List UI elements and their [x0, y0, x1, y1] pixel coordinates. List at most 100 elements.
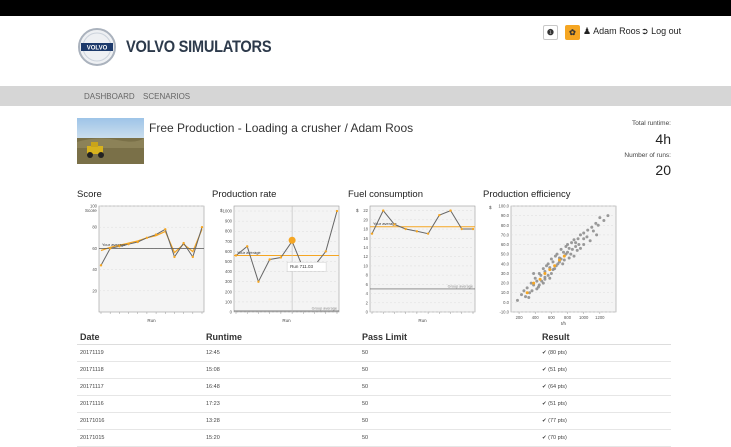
number-of-runs-label: Number of runs: [624, 152, 671, 159]
tooltip-text: Run 711.03 [290, 264, 313, 269]
scatter-point [588, 239, 592, 243]
data-point [438, 214, 441, 217]
data-point [426, 232, 430, 235]
scatter-point-highlight [548, 268, 552, 272]
cell-result: ✔ (51 pts) [539, 361, 671, 379]
y-tick-label: 20 [363, 217, 368, 222]
scatter-point [549, 257, 553, 261]
fuel-consumption-chart[interactable]: 2220181614121086420Your averageGroup ave… [348, 200, 478, 328]
total-runtime-label: Total runtime: [631, 120, 671, 127]
cell-date: 20171119 [77, 344, 203, 362]
score-chart-title: Score [77, 189, 102, 200]
cell-runtime: 13:28 [203, 412, 359, 430]
x-tick-label: 1200 [595, 315, 605, 320]
table-row[interactable]: 20171015 15:20 50 ✔ (70 pts) [77, 429, 671, 447]
table-row[interactable]: 20171119 12:45 50 ✔ (80 pts) [77, 344, 671, 362]
y-tick-label: 0.0 [503, 300, 509, 305]
brand-name[interactable]: VOLVO SIMULATORS [126, 37, 272, 57]
x-axis-label: Run [147, 318, 156, 323]
data-point [118, 245, 121, 248]
logout-link[interactable]: ➲ Log out [641, 26, 681, 37]
scatter-point [551, 268, 555, 272]
score-chart[interactable]: 10080604020Your averageRunScore [77, 200, 207, 328]
y-tick-label: 50.0 [501, 252, 510, 257]
y-tick-label: 22 [363, 208, 368, 213]
scatter-point [541, 267, 545, 271]
cell-limit: 50 [359, 361, 539, 379]
scatter-point [539, 273, 543, 277]
info-button[interactable]: ❶ [543, 25, 558, 40]
scatter-point [606, 214, 610, 218]
data-point [257, 280, 260, 283]
cell-limit: 50 [359, 344, 539, 362]
y-tick-label: 40 [92, 267, 97, 272]
scatter-point-highlight [532, 281, 536, 285]
y-tick-label: 90.0 [501, 213, 510, 218]
data-point [164, 228, 167, 231]
table-row[interactable]: 20171117 16:48 50 ✔ (64 pts) [77, 378, 671, 396]
scatter-point [591, 229, 595, 233]
production-efficiency-chart[interactable]: 100.0 90.0 80.0 70.0 60.0 50.0 40.0 30.0 20.0 10.… [483, 200, 618, 328]
x-tick-label: 1000 [579, 315, 589, 320]
production-rate-chart[interactable]: 10009008007006005004003002001000Your ave… [212, 200, 342, 328]
production-efficiency-chart-title: Production efficiency [483, 189, 571, 200]
cell-runtime: 12:45 [203, 344, 359, 362]
user-menu[interactable]: ♟ Adam Roos [583, 26, 640, 37]
data-point [393, 223, 396, 226]
scatter-point-highlight [557, 258, 561, 262]
table-row[interactable]: 20171118 15:08 50 ✔ (51 pts) [77, 361, 671, 379]
y-tick-label: 4 [366, 291, 369, 296]
header-date[interactable]: Date [77, 329, 203, 345]
y-tick-label: 200 [225, 289, 233, 294]
cell-date: 20171015 [77, 429, 203, 447]
scatter-point [586, 228, 590, 232]
volvo-logo[interactable]: VOLVO [77, 27, 117, 67]
cell-date: 20171118 [77, 361, 203, 379]
cell-runtime: 15:20 [203, 429, 359, 447]
scatter-point [574, 244, 578, 248]
scatter-point [572, 238, 576, 242]
table-row[interactable]: 20171116 17:23 50 ✔ (51 pts) [77, 395, 671, 413]
header-result[interactable]: Result [539, 329, 671, 345]
scenario-thumbnail [77, 118, 144, 164]
header-pass-limit[interactable]: Pass Limit [359, 329, 539, 345]
cell-date: 20171116 [77, 395, 203, 413]
data-point [460, 227, 463, 231]
data-point [335, 209, 339, 213]
scatter-point-highlight [525, 291, 529, 295]
scatter-point [570, 247, 574, 251]
scatter-point [532, 271, 536, 275]
data-point [382, 209, 385, 212]
scatter-point [525, 286, 529, 290]
group-average-label: Group average [312, 306, 337, 310]
data-point [324, 250, 327, 253]
group-average-label: Group average [448, 284, 473, 288]
top-bar [0, 0, 731, 16]
header-runtime[interactable]: Runtime [203, 329, 359, 345]
scatter-point [549, 271, 553, 275]
cell-result: ✔ (64 pts) [539, 378, 671, 396]
y-tick-label: 20 [92, 288, 97, 293]
data-point [154, 233, 158, 236]
y-tick-label: 300 [225, 279, 233, 284]
table-row[interactable]: 20171016 13:28 50 ✔ (77 pts) [77, 412, 671, 430]
settings-button[interactable]: ✿ [565, 25, 580, 40]
scatter-point [567, 256, 571, 260]
cell-result: ✔ (80 pts) [539, 344, 671, 362]
y-tick-label: 60 [92, 246, 97, 251]
nav-scenarios[interactable]: SCENARIOS [143, 92, 190, 101]
y-tick-label: 80 [92, 225, 97, 230]
scatter-point [582, 237, 586, 241]
nav-dashboard[interactable]: DASHBOARD [84, 92, 135, 101]
data-point [471, 227, 475, 231]
scatter-point-highlight [562, 254, 566, 258]
scatter-point-highlight [543, 271, 547, 275]
scatter-point [543, 277, 547, 281]
scatter-point [575, 248, 579, 252]
total-runtime-value: 4h [655, 131, 671, 147]
scatter-point [569, 252, 573, 256]
x-tick-label: 400 [532, 315, 540, 320]
scatter-point [577, 243, 581, 247]
scatter-point [567, 246, 571, 250]
scatter-point [596, 223, 600, 227]
